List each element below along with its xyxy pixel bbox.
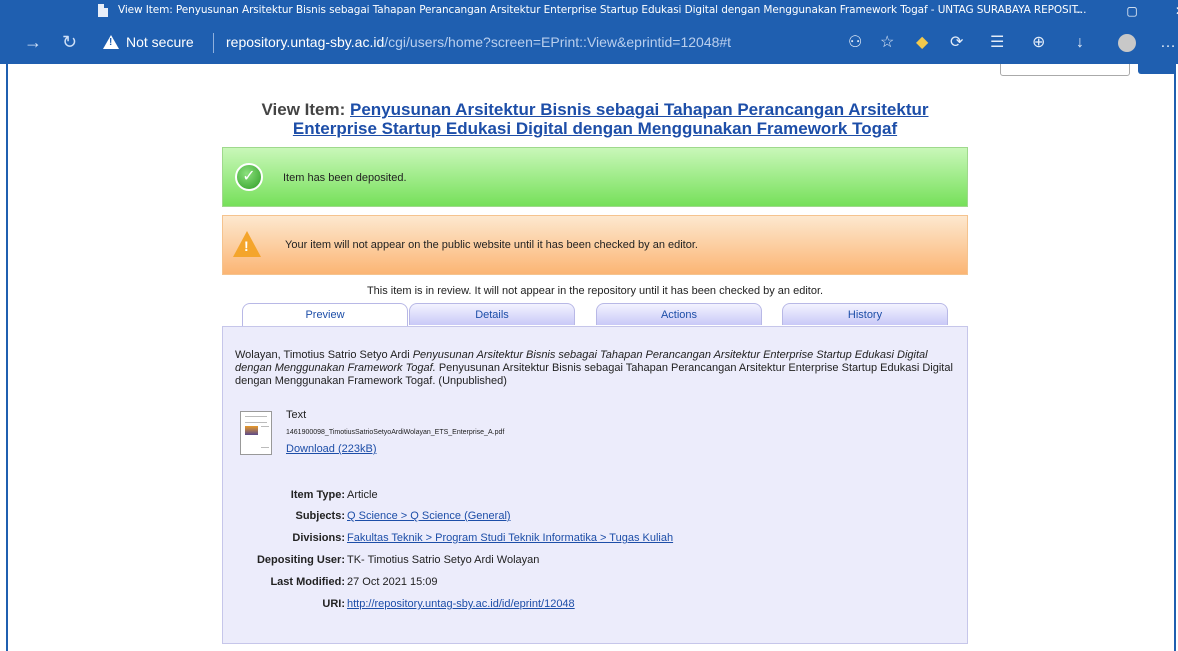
not-secure-warning-icon[interactable] [103, 35, 119, 49]
meta-label: Divisions: [292, 532, 345, 544]
meta-row-depositing-user: Depositing User: TK- Timotius Satrio Set… [223, 554, 967, 568]
browser-toolbar: → ↻ Not secure repository.untag-sby.ac.i… [0, 22, 1178, 64]
url-host: repository.untag-sby.ac.id [226, 34, 385, 50]
citation: Wolayan, Timotius Satrio Setyo Ardi Peny… [235, 349, 957, 388]
favorites-list-icon[interactable]: ☰ [990, 33, 1004, 53]
address-divider [213, 33, 214, 53]
search-input[interactable] [1000, 64, 1130, 76]
close-icon[interactable]: ✕ [1160, 0, 1178, 22]
extensions-puzzle-icon[interactable]: ⟳ [950, 33, 963, 53]
profile-avatar[interactable] [1118, 34, 1136, 52]
meta-label: URI: [322, 598, 345, 610]
page-right-border [1174, 64, 1176, 651]
minimize-icon[interactable]: – [1058, 0, 1098, 22]
search-button[interactable] [1138, 64, 1174, 74]
tab-details[interactable]: Details [409, 303, 575, 325]
tab-actions[interactable]: Actions [596, 303, 762, 325]
success-message-text: Item has been deposited. [283, 172, 407, 184]
uri-link[interactable]: http://repository.untag-sby.ac.id/id/epr… [347, 598, 575, 610]
warning-message-box: Your item will not appear on the public … [222, 215, 968, 275]
tab-title[interactable]: View Item: Penyusunan Arsitektur Bisnis … [118, 4, 1087, 16]
meta-label: Item Type: [290, 489, 345, 501]
downloads-icon[interactable]: ↓ [1076, 33, 1084, 53]
item-tabs: Preview Details Actions History [222, 303, 968, 327]
address-bar[interactable]: repository.untag-sby.ac.id/cgi/users/hom… [226, 34, 731, 50]
security-label[interactable]: Not secure [126, 34, 194, 50]
cut-off-header-strip [8, 64, 1174, 90]
document-thumbnail-icon[interactable] [240, 411, 272, 455]
citation-author: Wolayan, Timotius Satrio Setyo Ardi [235, 349, 410, 361]
tab-history[interactable]: History [782, 303, 948, 325]
meta-label: Subjects: [295, 510, 345, 522]
item-title-link[interactable]: Penyusunan Arsitektur Bisnis sebagai Tah… [293, 100, 929, 138]
file-name: 1461900098_TimotiusSatrioSetyoArdiWolaya… [286, 429, 505, 436]
page-title: View Item: Penyusunan Arsitektur Bisnis … [222, 100, 968, 138]
meta-value: Article [347, 489, 378, 501]
meta-value: TK- Timotius Satrio Setyo Ardi Wolayan [347, 554, 540, 566]
reload-icon[interactable]: ↻ [62, 32, 77, 52]
tab-preview[interactable]: Preview [242, 303, 408, 327]
meta-label: Last Modified: [270, 576, 345, 588]
success-message-box: ✓ Item has been deposited. [222, 147, 968, 207]
file-type: Text [286, 409, 307, 421]
read-aloud-icon[interactable]: ⚇ [848, 33, 862, 53]
restore-icon[interactable]: ▢ [1112, 0, 1152, 22]
favorite-star-icon[interactable]: ☆ [880, 33, 894, 53]
page-left-border [6, 64, 8, 651]
meta-label: Depositing User: [256, 554, 345, 566]
thumbnail-lines [245, 416, 267, 423]
thumbnail-lines-side [261, 426, 269, 448]
meta-row-last-modified: Last Modified: 27 Oct 2021 15:09 [223, 576, 967, 590]
collections-icon[interactable]: ⊕ [1032, 33, 1045, 53]
meta-row-divisions: Divisions: Fakultas Teknik > Program Stu… [223, 532, 967, 546]
meta-row-item-type: Item Type: Article [223, 489, 967, 503]
checkmark-icon: ✓ [235, 163, 263, 191]
page-favicon-icon [98, 4, 108, 17]
url-path: /cgi/users/home?screen=EPrint::View&epri… [384, 34, 732, 50]
download-link[interactable]: Download (223kB) [286, 443, 377, 455]
more-menu-icon[interactable]: … [1160, 33, 1176, 53]
divisions-link[interactable]: Fakultas Teknik > Program Studi Teknik I… [347, 532, 673, 544]
browser-title-bar: View Item: Penyusunan Arsitektur Bisnis … [0, 0, 1178, 22]
meta-row-uri: URI: http://repository.untag-sby.ac.id/i… [223, 598, 967, 612]
warning-icon [233, 231, 261, 257]
meta-row-subjects: Subjects: Q Science > Q Science (General… [223, 510, 967, 524]
page-title-prefix: View Item: [261, 100, 346, 119]
meta-value: 27 Oct 2021 15:09 [347, 576, 438, 588]
preview-panel: Wolayan, Timotius Satrio Setyo Ardi Peny… [222, 326, 968, 644]
subjects-link[interactable]: Q Science > Q Science (General) [347, 510, 511, 522]
thumbnail-picture [245, 426, 258, 435]
review-note: This item is in review. It will not appe… [366, 285, 824, 297]
forward-arrow-icon[interactable]: → [24, 32, 42, 52]
warning-message-text: Your item will not appear on the public … [285, 239, 698, 251]
extension-icon[interactable]: ◆ [916, 33, 928, 53]
